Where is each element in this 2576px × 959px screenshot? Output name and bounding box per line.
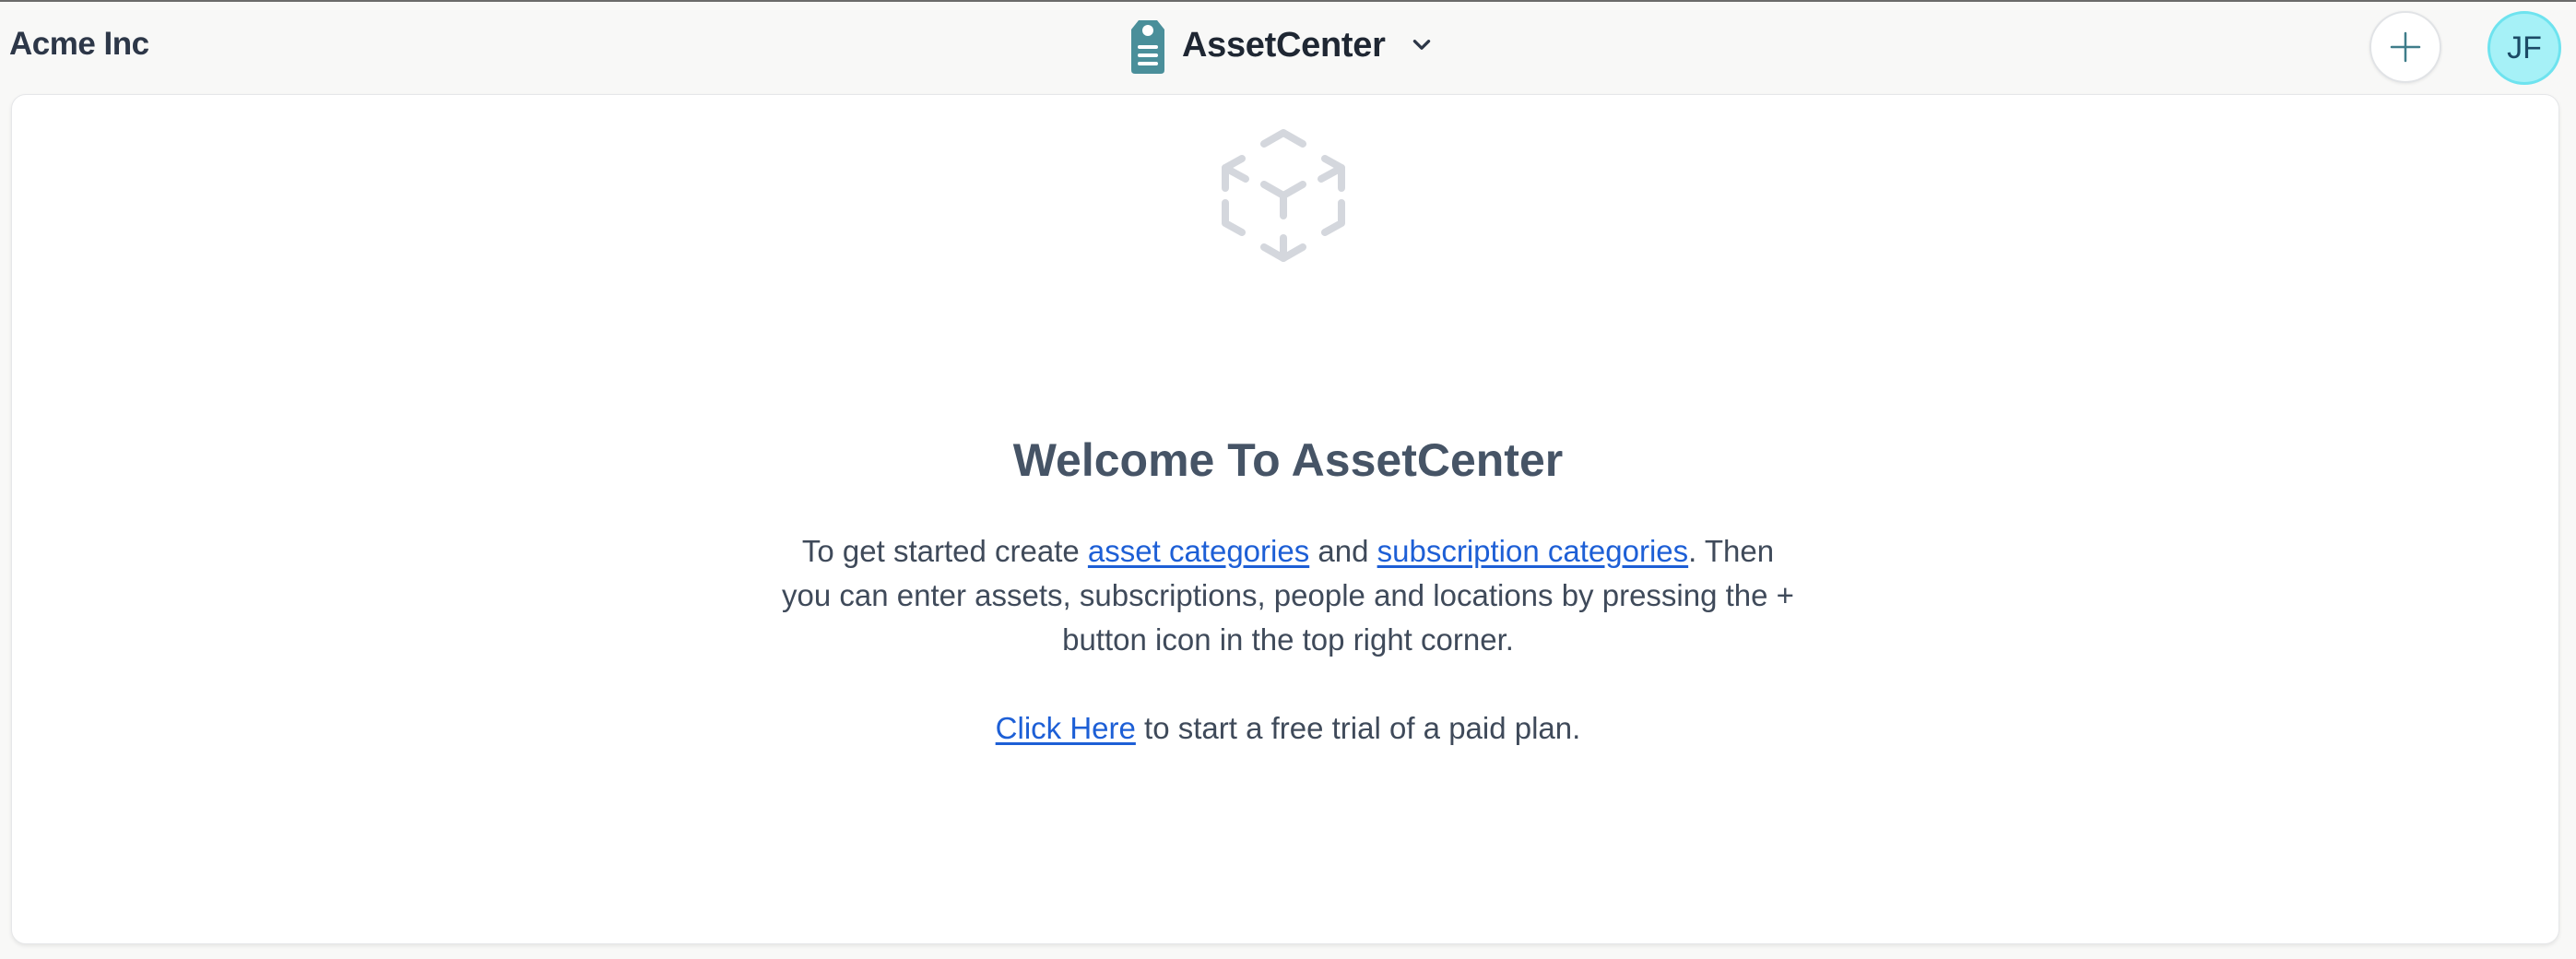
org-name[interactable]: Acme Inc (9, 26, 149, 63)
tag-icon (1131, 20, 1164, 74)
app-switcher[interactable]: AssetCenter (1127, 15, 1434, 76)
add-button[interactable] (2369, 11, 2441, 83)
top-bar: Acme Inc AssetCenter JF (0, 2, 2576, 92)
avatar[interactable]: JF (2487, 11, 2561, 85)
free-trial-link[interactable]: Click Here (996, 711, 1136, 745)
intro-prefix: To get started create (801, 534, 1088, 568)
cube-icon (1222, 129, 1345, 262)
trial-text: Click Here to start a free trial of a pa… (0, 706, 2576, 751)
page: Acme Inc AssetCenter JF Welcome To Asset… (0, 0, 2576, 959)
welcome-title: Welcome To AssetCenter (1012, 434, 1564, 486)
intro-text: To get started create asset categories a… (781, 529, 1795, 662)
app-name: AssetCenter (1182, 25, 1386, 65)
chevron-down-icon (1412, 40, 1430, 50)
trial-suffix: to start a free trial of a paid plan. (1135, 711, 1581, 745)
subscription-categories-link[interactable]: subscription categories (1377, 534, 1689, 568)
intro-conjunction: and (1309, 534, 1377, 568)
plus-icon (2390, 31, 2421, 63)
asset-categories-link[interactable]: asset categories (1088, 534, 1309, 568)
